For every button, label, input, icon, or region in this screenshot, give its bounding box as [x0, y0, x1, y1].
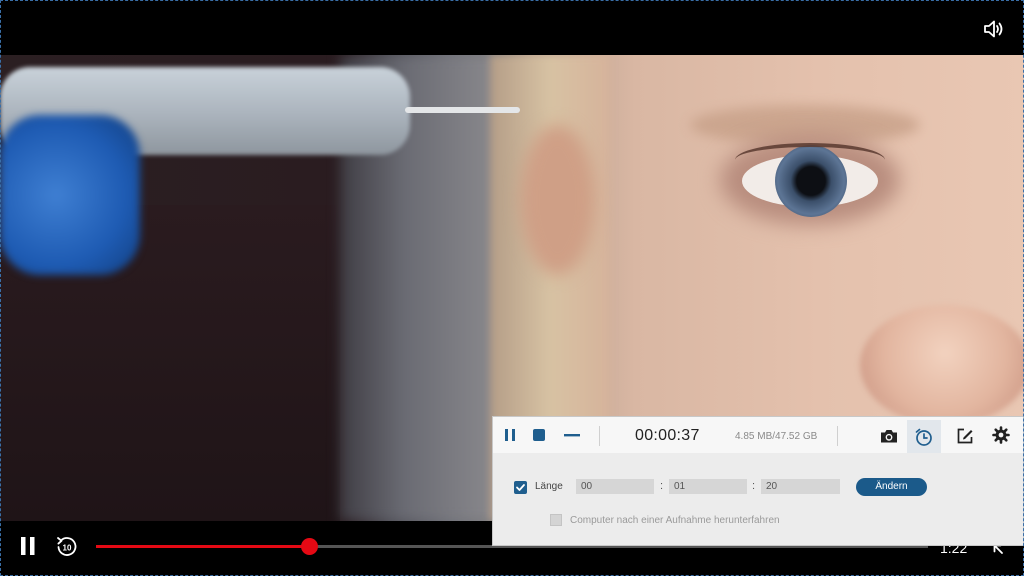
gear-icon[interactable] — [992, 426, 1010, 444]
toolbar-divider — [599, 426, 600, 446]
video-nose — [860, 305, 1024, 425]
rewind-10-icon[interactable]: 10 — [55, 535, 79, 559]
length-checkbox[interactable] — [514, 481, 527, 494]
seconds-field[interactable] — [761, 479, 840, 494]
video-ear — [520, 125, 595, 275]
time-separator: : — [752, 480, 756, 492]
rewind-seconds-label: 10 — [63, 544, 72, 553]
file-size: 4.85 MB/47.52 GB — [735, 431, 818, 442]
length-label: Länge — [535, 481, 563, 492]
camera-icon[interactable] — [880, 428, 898, 444]
seek-progress — [96, 545, 309, 548]
alarm-clock-icon — [915, 428, 932, 446]
toolbar-divider — [837, 426, 838, 446]
shutdown-label: Computer nach einer Aufnahme herunterfah… — [570, 515, 780, 526]
recording-timer: 00:00:37 — [635, 427, 700, 444]
change-button[interactable]: Ändern — [856, 478, 927, 496]
edit-icon[interactable] — [956, 427, 974, 445]
hours-field[interactable] — [576, 479, 654, 494]
pause-icon[interactable] — [503, 428, 517, 442]
stop-icon[interactable] — [532, 428, 546, 442]
recorder-panel: 00:00:37 4.85 MB/47.52 GB Länge 00: 01 … — [492, 416, 1024, 546]
schedule-tab[interactable] — [907, 420, 941, 453]
minimize-icon[interactable] — [564, 428, 580, 442]
video-lash — [735, 143, 885, 177]
time-separator: : — [660, 480, 664, 492]
volume-icon[interactable] — [983, 19, 1005, 39]
video-probe — [405, 107, 520, 113]
pause-icon[interactable] — [18, 535, 38, 557]
seek-handle[interactable] — [300, 538, 318, 555]
shutdown-checkbox[interactable] — [550, 514, 562, 526]
minutes-field[interactable] — [669, 479, 747, 494]
recorder-toolbar: 00:00:37 4.85 MB/47.52 GB — [493, 417, 1023, 453]
video-glove — [0, 115, 140, 275]
